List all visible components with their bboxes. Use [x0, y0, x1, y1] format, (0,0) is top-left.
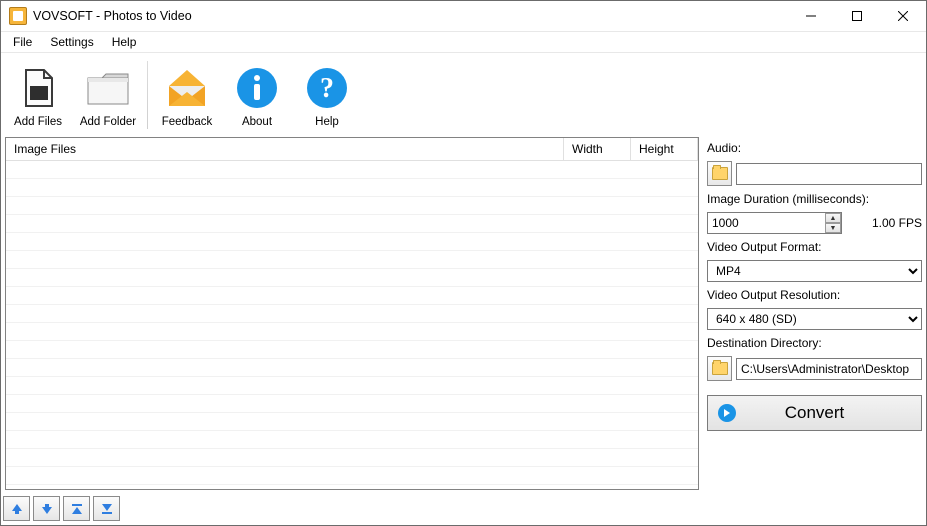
reorder-buttons — [1, 492, 926, 525]
add-folder-button[interactable]: Add Folder — [73, 55, 143, 135]
list-row — [6, 179, 698, 197]
browse-destination-button[interactable] — [707, 356, 732, 381]
help-label: Help — [315, 116, 339, 128]
toolbar: Add Files Add Folder — [1, 53, 926, 135]
window-title: VOVSOFT - Photos to Video — [33, 9, 788, 23]
titlebar: VOVSOFT - Photos to Video — [1, 1, 926, 32]
body-area: Image Files Width Height — [1, 135, 926, 492]
minimize-icon — [806, 11, 816, 21]
duration-spin-down[interactable]: ▼ — [825, 223, 841, 233]
list-rows — [6, 161, 698, 489]
audio-label: Audio: — [707, 141, 922, 155]
list-row — [6, 233, 698, 251]
close-icon — [898, 11, 908, 21]
envelope-icon — [163, 66, 211, 110]
move-up-button[interactable] — [3, 496, 30, 521]
file-listview[interactable]: Image Files Width Height — [5, 137, 699, 490]
menu-file[interactable]: File — [5, 34, 40, 50]
list-row — [6, 287, 698, 305]
convert-button[interactable]: Convert — [707, 395, 922, 431]
question-icon: ? — [305, 66, 349, 110]
col-image-files[interactable]: Image Files — [6, 138, 564, 160]
feedback-button[interactable]: Feedback — [152, 55, 222, 135]
folder-mini-icon — [712, 167, 728, 180]
audio-input[interactable] — [736, 163, 922, 185]
list-row — [6, 269, 698, 287]
about-label: About — [242, 116, 272, 128]
maximize-button[interactable] — [834, 1, 880, 31]
list-row — [6, 161, 698, 179]
folder-icon — [84, 66, 132, 110]
arrow-up-icon — [10, 502, 24, 516]
side-panel: Audio: Image Duration (milliseconds): ▲ … — [707, 137, 922, 490]
add-folder-label: Add Folder — [80, 116, 136, 128]
feedback-label: Feedback — [162, 116, 213, 128]
file-icon — [16, 66, 60, 110]
window-controls — [788, 1, 926, 31]
arrow-down-icon — [40, 502, 54, 516]
duration-spin-up[interactable]: ▲ — [825, 213, 841, 223]
duration-stepper[interactable] — [707, 212, 842, 234]
duration-label: Image Duration (milliseconds): — [707, 192, 922, 206]
info-icon — [235, 66, 279, 110]
format-label: Video Output Format: — [707, 240, 922, 254]
add-files-label: Add Files — [14, 116, 62, 128]
list-row — [6, 413, 698, 431]
help-button[interactable]: ? Help — [292, 55, 362, 135]
svg-text:?: ? — [320, 73, 334, 104]
destination-input[interactable] — [736, 358, 922, 380]
close-button[interactable] — [880, 1, 926, 31]
col-width[interactable]: Width — [564, 138, 631, 160]
about-button[interactable]: About — [222, 55, 292, 135]
list-row — [6, 215, 698, 233]
menubar: File Settings Help — [1, 32, 926, 53]
arrow-top-icon — [70, 502, 84, 516]
list-row — [6, 251, 698, 269]
resolution-select[interactable]: 640 x 480 (SD) — [707, 308, 922, 330]
add-files-button[interactable]: Add Files — [3, 55, 73, 135]
arrow-right-icon — [718, 404, 736, 422]
list-row — [6, 377, 698, 395]
col-height[interactable]: Height — [631, 138, 698, 160]
minimize-button[interactable] — [788, 1, 834, 31]
list-row — [6, 449, 698, 467]
folder-mini-icon — [712, 362, 728, 375]
toolbar-separator — [147, 61, 148, 129]
convert-label: Convert — [785, 403, 845, 423]
menu-settings[interactable]: Settings — [42, 34, 101, 50]
list-row — [6, 197, 698, 215]
list-row — [6, 341, 698, 359]
list-row — [6, 359, 698, 377]
maximize-icon — [852, 11, 862, 21]
list-row — [6, 323, 698, 341]
list-row — [6, 395, 698, 413]
list-row — [6, 305, 698, 323]
arrow-bottom-icon — [100, 502, 114, 516]
move-top-button[interactable] — [63, 496, 90, 521]
app-icon — [9, 7, 27, 25]
destination-label: Destination Directory: — [707, 336, 922, 350]
list-row — [6, 467, 698, 485]
resolution-label: Video Output Resolution: — [707, 288, 922, 302]
browse-audio-button[interactable] — [707, 161, 732, 186]
menu-help[interactable]: Help — [104, 34, 145, 50]
fps-label: 1.00 FPS — [846, 216, 922, 230]
list-header: Image Files Width Height — [6, 138, 698, 161]
format-select[interactable]: MP4 — [707, 260, 922, 282]
file-panel: Image Files Width Height — [5, 137, 699, 490]
move-bottom-button[interactable] — [93, 496, 120, 521]
app-window: VOVSOFT - Photos to Video File Settings … — [0, 0, 927, 526]
list-row — [6, 431, 698, 449]
move-down-button[interactable] — [33, 496, 60, 521]
